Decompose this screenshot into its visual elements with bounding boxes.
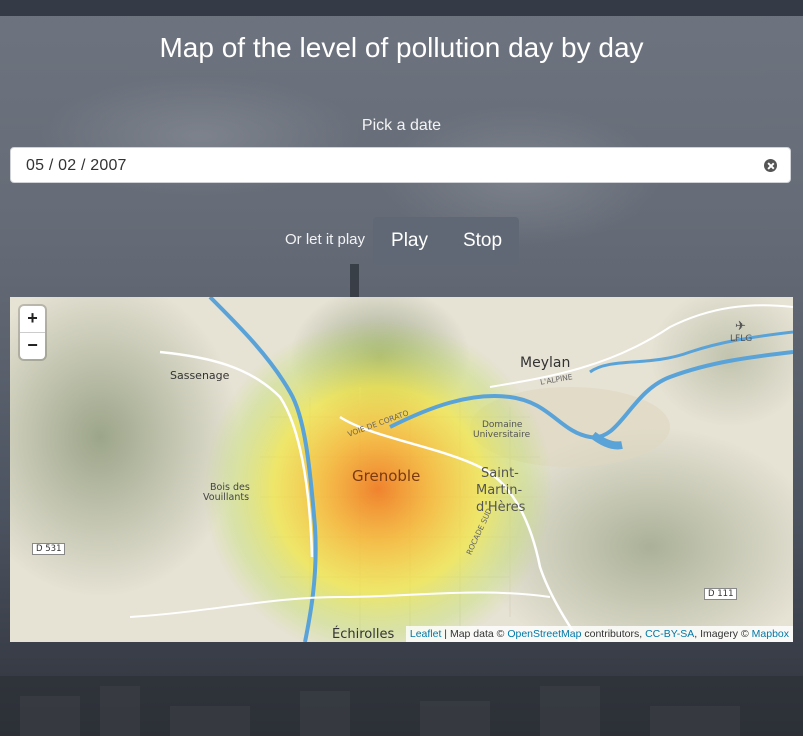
attribution-imagery: , Imagery ©	[694, 628, 752, 640]
osm-link[interactable]: OpenStreetMap	[507, 628, 581, 640]
map-attribution: Leaflet | Map data © OpenStreetMap contr…	[405, 626, 793, 642]
stop-button[interactable]: Stop	[446, 217, 519, 265]
play-prompt: Or let it play	[285, 231, 366, 248]
date-input[interactable]: 05 / 02 / 2007	[10, 147, 791, 183]
mapbox-link[interactable]: Mapbox	[752, 628, 789, 640]
play-button[interactable]: Play	[373, 217, 446, 265]
map-label-d111: D 111	[704, 588, 738, 600]
zoom-in-button[interactable]: +	[20, 306, 45, 333]
zoom-control: + −	[20, 306, 45, 359]
pollution-map[interactable]: Grenoble Saint- Martin- d'Hères Meylan S…	[10, 297, 793, 642]
map-label-d531: D 531	[32, 543, 66, 555]
map-label-bois-2: Vouillants	[203, 492, 250, 503]
map-label-saint-martin-1: Saint-	[481, 466, 519, 481]
airport-icon: ✈	[735, 319, 746, 334]
clear-date-icon[interactable]	[764, 159, 777, 172]
page-title: Map of the level of pollution day by day	[159, 32, 644, 63]
playback-button-group: Play Stop	[373, 217, 519, 265]
license-link[interactable]: CC-BY-SA	[645, 628, 694, 640]
attribution-contributors: contributors,	[581, 628, 646, 640]
zoom-out-button[interactable]: −	[20, 333, 45, 359]
map-label-grenoble: Grenoble	[352, 467, 421, 485]
map-label-saint-martin-2: Martin-	[476, 483, 523, 498]
map-label-domaine-2: Universitaire	[473, 430, 531, 440]
top-bar	[0, 0, 803, 16]
attribution-sep: | Map data ©	[441, 628, 508, 640]
map-label-sassenage: Sassenage	[170, 369, 230, 382]
date-input-value[interactable]: 05 / 02 / 2007	[26, 157, 127, 175]
date-picker-label: Pick a date	[361, 117, 442, 134]
leaflet-link[interactable]: Leaflet	[410, 628, 442, 640]
map-label-meylan: Meylan	[520, 355, 571, 371]
map-label-domaine-1: Domaine	[482, 420, 523, 430]
map-label-echirolles: Échirolles	[332, 627, 395, 642]
map-label-lflg: LFLG	[730, 334, 753, 344]
